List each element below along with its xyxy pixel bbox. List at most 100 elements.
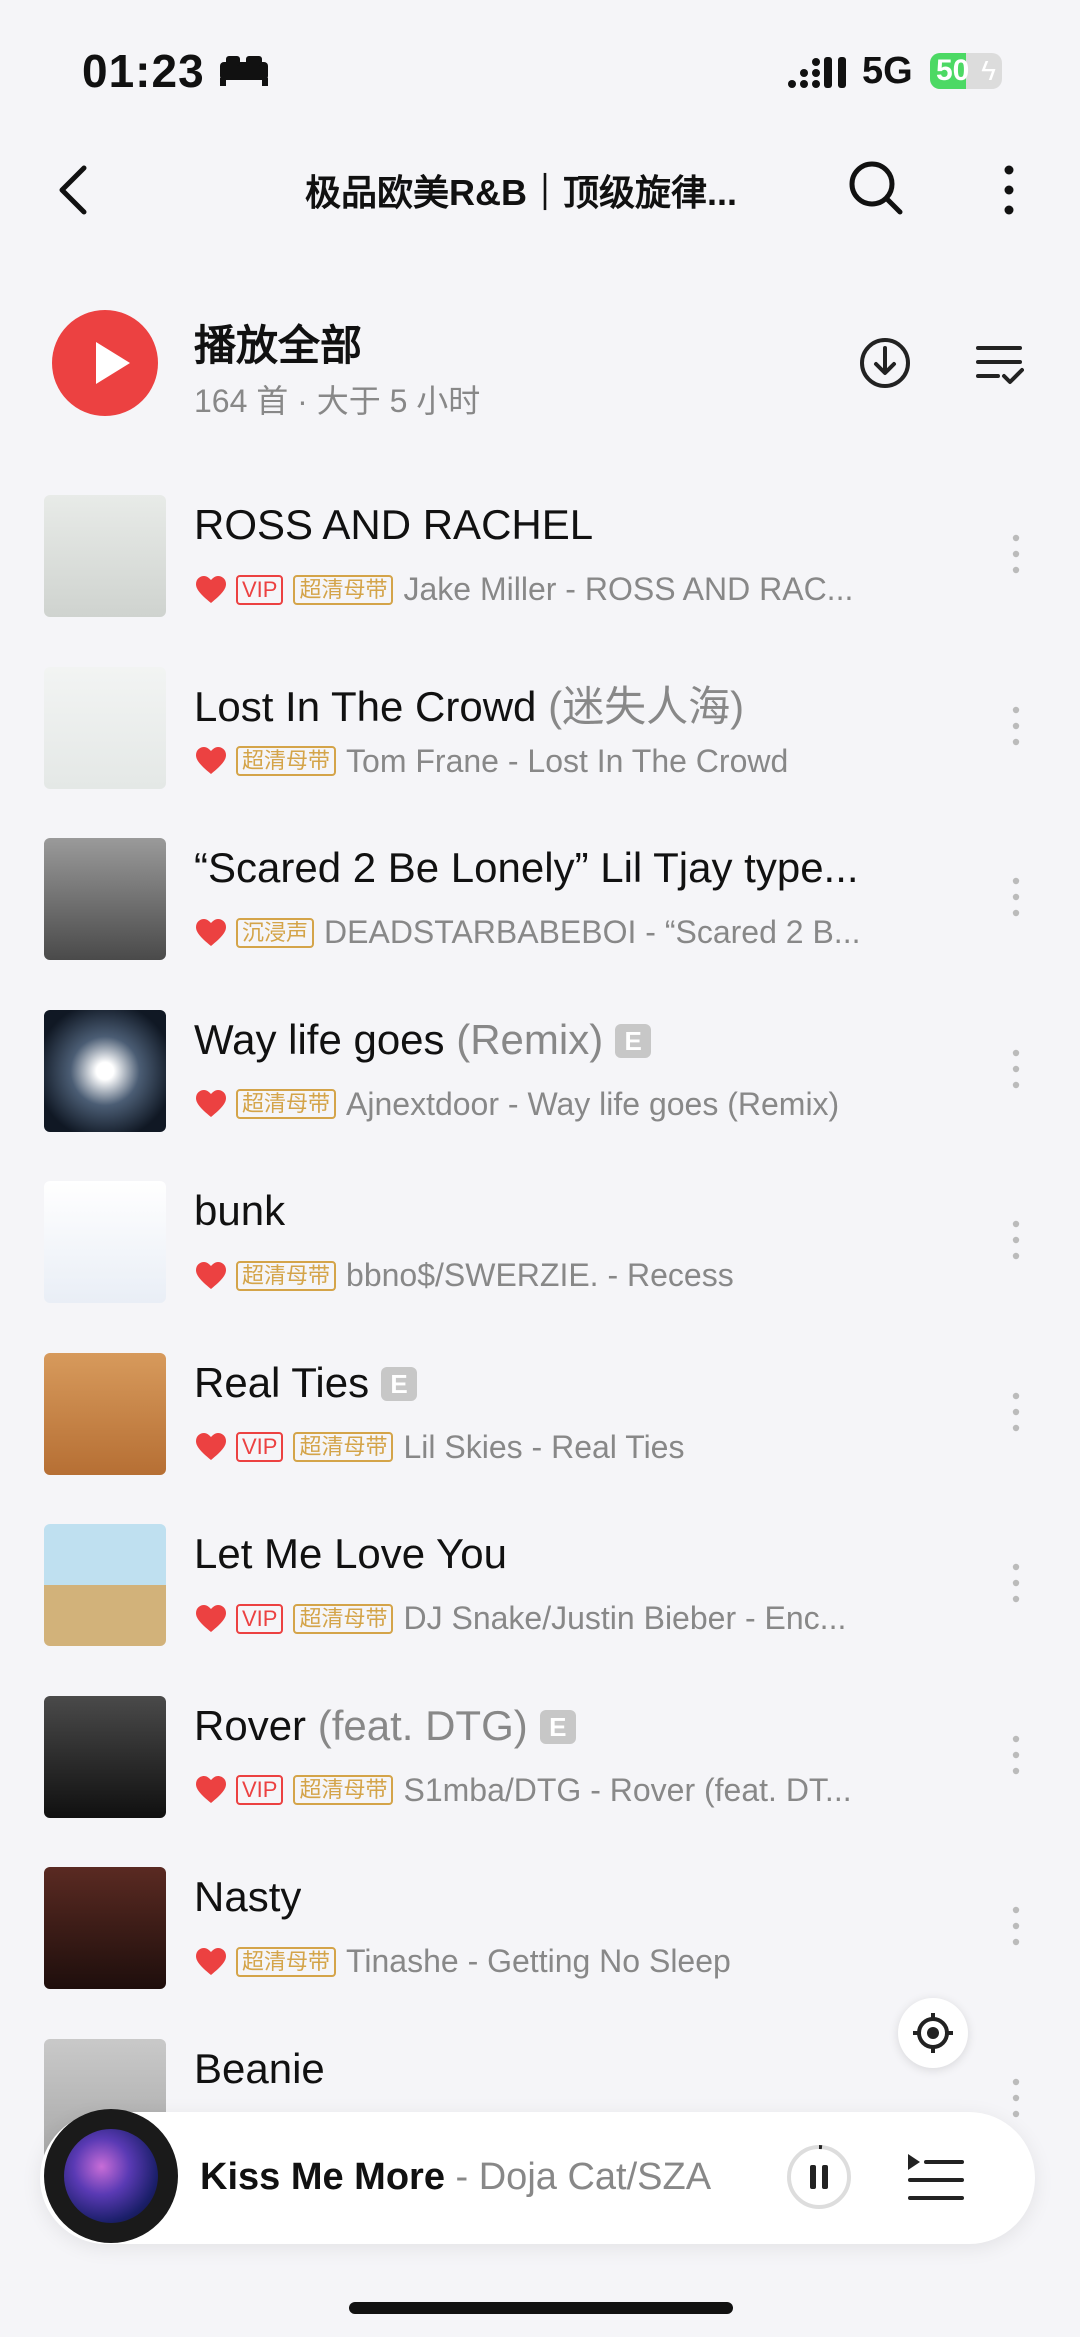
charging-icon: ϟ <box>981 55 996 86</box>
song-title-text: ROSS AND RACHEL <box>194 501 594 548</box>
song-more-icon[interactable] <box>1010 1734 1022 1776</box>
back-icon[interactable] <box>54 162 94 218</box>
home-indicator <box>349 2302 733 2314</box>
quality-tag: 超清母带 <box>293 1603 394 1634</box>
playlist-title: 极品欧美R&B｜顶级旋律... <box>305 172 738 213</box>
song-subtitle: (迷失人海) <box>548 682 745 730</box>
multi-select-icon[interactable] <box>976 342 1024 386</box>
more-vertical-icon[interactable] <box>994 162 1024 218</box>
playlist-queue-icon[interactable] <box>906 2150 964 2206</box>
status-time: 01:23 <box>82 45 205 97</box>
heart-icon[interactable] <box>196 747 226 775</box>
song-title: Beanie <box>194 2045 325 2093</box>
mini-player[interactable]: Kiss Me More - Doja Cat/SZA <box>40 2109 1035 2244</box>
vip-tag: VIP <box>236 1432 284 1462</box>
song-more-icon[interactable] <box>1010 705 1022 747</box>
quality-tag: 超清母带 <box>236 746 337 776</box>
song-meta: 超清母带 Ajnextdoor - Way life goes (Remix) <box>196 1086 839 1123</box>
artist-album: Jake Miller - ROSS AND RAC... <box>403 571 854 607</box>
battery-percent: 50 <box>936 54 970 87</box>
vip-tag: VIP <box>236 1775 284 1805</box>
song-title-text: Let Me Love You <box>194 1530 507 1577</box>
artist-album: Tom Frane - Lost In The Crowd <box>346 742 789 779</box>
song-more-icon[interactable] <box>1010 1048 1022 1090</box>
song-title: Way life goes (Remix) E <box>194 1015 652 1064</box>
song-more-icon[interactable] <box>1010 2077 1022 2119</box>
heart-icon[interactable] <box>196 1090 226 1118</box>
heart-icon[interactable] <box>196 1433 226 1461</box>
song-title-text: Beanie <box>194 2044 325 2092</box>
quality-tag: 超清母带 <box>293 574 394 605</box>
artist-album: DEADSTARBABEBOI - “Scared 2 B... <box>324 914 861 950</box>
heart-icon[interactable] <box>196 1261 226 1290</box>
artist-album: Tinashe - Getting No Sleep <box>346 1943 731 1979</box>
play-all-button[interactable] <box>52 310 158 416</box>
heart-icon[interactable] <box>196 1947 226 1976</box>
quality-tag: 超清母带 <box>236 1946 337 1977</box>
song-title-text: bunk <box>194 1187 286 1234</box>
locate-icon[interactable] <box>898 1998 968 2068</box>
quality-tag: 超清母带 <box>236 1260 337 1291</box>
song-meta: VIP 超清母带 DJ Snake/Justin Bieber - Enc... <box>196 1600 846 1637</box>
explicit-badge: E <box>539 1709 576 1744</box>
song-more-icon[interactable] <box>1010 1391 1022 1433</box>
heart-icon[interactable] <box>196 918 226 947</box>
song-title: Real Ties E <box>194 1358 418 1407</box>
song-more-icon[interactable] <box>1010 1905 1022 1947</box>
song-title-text: Rover <box>194 1701 307 1749</box>
song-row[interactable]: “Scared 2 Be Lonely” Lil Tjay type... 沉浸声… <box>0 838 1080 1010</box>
heart-icon[interactable] <box>196 1776 226 1804</box>
quality-tag: 沉浸声 <box>236 917 315 948</box>
song-title-text: Nasty <box>194 1873 302 1920</box>
vip-tag: VIP <box>236 1603 284 1634</box>
song-more-icon[interactable] <box>1010 1562 1022 1604</box>
heart-icon[interactable] <box>196 575 226 604</box>
status-bar: 01:23 5G 50 ϟ <box>0 0 1080 130</box>
artist-album: Lil Skies - Real Ties <box>403 1428 685 1465</box>
heart-icon[interactable] <box>196 1604 226 1633</box>
vip-tag: VIP <box>236 574 284 605</box>
artist-album: DJ Snake/Justin Bieber - Enc... <box>403 1600 847 1636</box>
song-more-icon[interactable] <box>1010 533 1022 575</box>
now-playing-artist: - Doja Cat/SZA <box>444 2156 712 2198</box>
song-subtitle: (Remix) <box>456 1015 604 1063</box>
song-row[interactable]: bunk 超清母带 bbno$/SWERZIE. - Recess <box>0 1181 1080 1353</box>
song-meta: 超清母带 Tom Frane - Lost In The Crowd <box>196 743 788 780</box>
song-more-icon[interactable] <box>1010 1219 1022 1261</box>
now-playing[interactable]: Kiss Me More - Doja Cat/SZA <box>200 2156 711 2199</box>
song-title-text: Real Ties <box>194 1358 370 1406</box>
song-meta: 沉浸声 DEADSTARBABEBOI - “Scared 2 B... <box>196 914 860 951</box>
song-row[interactable]: Real Ties E VIP 超清母带 Lil Skies - Real Ties <box>0 1352 1080 1525</box>
quality-tag: 超清母带 <box>236 1089 337 1119</box>
song-row[interactable]: Rover (feat. DTG) E VIP 超清母带 S1mba/DTG - Rov… <box>0 1695 1080 1868</box>
pause-icon[interactable] <box>786 2144 852 2210</box>
song-meta: VIP 超清母带 Lil Skies - Real Ties <box>196 1429 684 1466</box>
song-title: Nasty <box>194 1873 301 1921</box>
song-title: Rover (feat. DTG) E <box>194 1702 576 1750</box>
song-list: ROSS AND RACHEL VIP 超清母带 Jake Miller - ROSS… <box>0 495 1080 2210</box>
song-row[interactable]: Lost In The Crowd (迷失人海) 超清母带 Tom Frane - … <box>0 666 1080 839</box>
album-disc[interactable] <box>44 2109 178 2243</box>
search-icon[interactable] <box>846 158 906 218</box>
network-type: 5G <box>862 50 913 92</box>
album-cover <box>44 1524 166 1646</box>
album-cover <box>44 495 166 617</box>
album-cover <box>44 838 166 960</box>
song-more-icon[interactable] <box>1010 876 1022 918</box>
quality-tag: 超清母带 <box>293 1775 394 1805</box>
track-count: 164 首 · 大于 5 小时 <box>194 383 481 419</box>
song-title-text: Way life goes <box>194 1015 445 1063</box>
download-icon[interactable] <box>858 336 912 390</box>
song-row[interactable]: Way life goes (Remix) E 超清母带 Ajnextdoor - W… <box>0 1009 1080 1182</box>
artist-album: bbno$/SWERZIE. - Recess <box>346 1257 734 1293</box>
album-art <box>64 2129 158 2223</box>
song-title: Let Me Love You <box>194 1530 507 1578</box>
song-row[interactable]: Let Me Love You VIP 超清母带 DJ Snake/Justin Bi… <box>0 1524 1080 1696</box>
play-icon <box>96 342 130 384</box>
play-all-label[interactable]: 播放全部 <box>194 312 362 373</box>
song-meta: 超清母带 Tinashe - Getting No Sleep <box>196 1943 731 1980</box>
song-row[interactable]: ROSS AND RACHEL VIP 超清母带 Jake Miller - ROSS… <box>0 495 1080 667</box>
quality-tag: 超清母带 <box>293 1432 394 1462</box>
now-playing-title: Kiss Me More <box>200 2156 445 2198</box>
album-cover <box>44 1181 166 1303</box>
